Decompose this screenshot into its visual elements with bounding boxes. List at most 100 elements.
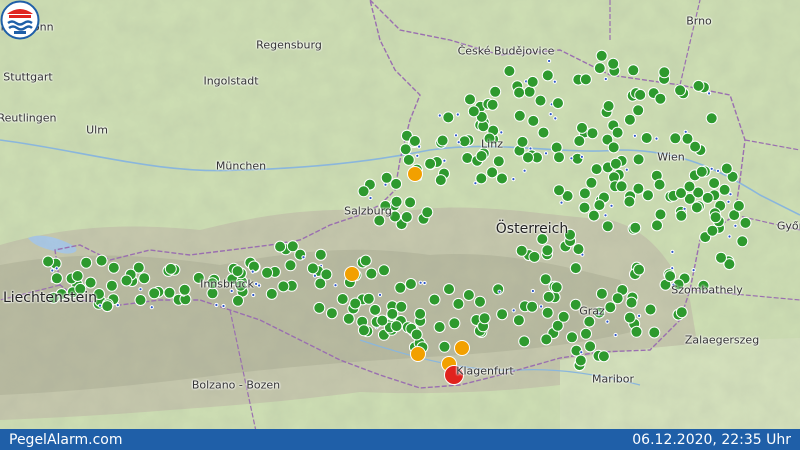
site-name-link[interactable]: PegelAlarm.com [9,432,123,448]
station-marker-small[interactable] [637,313,642,318]
station-marker-normal[interactable] [690,201,703,214]
station-marker-normal[interactable] [604,301,617,314]
station-marker-normal[interactable] [42,255,55,268]
pegelalarm-logo-icon[interactable] [0,0,40,40]
station-marker-normal[interactable] [486,98,499,111]
station-marker-normal[interactable] [475,172,488,185]
station-marker-small[interactable] [552,79,557,84]
station-marker-normal[interactable] [503,65,516,77]
station-marker-normal[interactable] [629,221,642,234]
station-marker-normal[interactable] [336,293,349,305]
station-marker-small[interactable] [418,280,423,285]
station-marker-normal[interactable] [516,135,529,148]
station-marker-normal[interactable] [708,177,721,190]
station-marker-normal[interactable] [574,354,587,367]
station-marker-normal[interactable] [623,113,636,126]
station-marker-normal[interactable] [579,73,592,86]
station-marker-normal[interactable] [461,152,474,164]
station-marker-normal[interactable] [428,293,441,306]
station-marker-normal[interactable] [715,251,727,264]
station-marker-small[interactable] [613,332,618,338]
station-marker-normal[interactable] [584,340,597,353]
station-marker-small[interactable] [415,153,420,158]
station-marker-normal[interactable] [107,261,120,274]
station-marker-small[interactable] [726,199,731,204]
station-marker-normal[interactable] [436,134,449,147]
station-marker-normal[interactable] [50,272,63,285]
station-marker-small[interactable] [422,280,427,286]
station-marker-small[interactable] [368,195,373,201]
station-marker-small[interactable] [473,181,478,186]
station-marker-normal[interactable] [695,165,708,178]
station-marker-small[interactable] [301,255,306,260]
station-marker-normal[interactable] [615,180,628,193]
station-marker-normal[interactable] [478,312,491,325]
station-marker-normal[interactable] [513,86,526,99]
station-marker-normal[interactable] [634,88,647,101]
station-marker-small[interactable] [530,288,536,294]
station-marker-normal[interactable] [433,321,446,333]
station-marker-normal[interactable] [623,195,636,208]
station-marker-normal[interactable] [390,320,403,333]
station-marker-normal[interactable] [523,85,536,98]
station-marker-normal[interactable] [527,114,540,127]
station-marker-normal[interactable] [578,187,591,200]
station-marker-small[interactable] [97,303,103,308]
station-marker-small[interactable] [50,268,55,273]
station-marker-normal[interactable] [390,195,403,208]
station-marker-normal[interactable] [320,268,333,281]
station-marker-warning[interactable] [410,346,426,362]
station-marker-normal[interactable] [442,111,455,124]
station-marker-normal[interactable] [404,196,417,209]
station-marker-small[interactable] [377,292,383,297]
station-marker-normal[interactable] [357,324,370,337]
station-marker-normal[interactable] [541,69,554,82]
station-marker-normal[interactable] [526,300,539,313]
station-marker-small[interactable] [333,283,338,288]
station-marker-normal[interactable] [675,306,688,319]
station-marker-normal[interactable] [395,300,408,313]
station-marker-normal[interactable] [277,280,290,293]
station-marker-normal[interactable] [404,278,417,290]
station-marker-normal[interactable] [410,328,423,341]
station-marker-normal[interactable] [84,276,97,289]
station-marker-normal[interactable] [566,331,578,344]
station-marker-normal[interactable] [611,126,624,139]
station-marker-small[interactable] [728,192,733,197]
station-marker-normal[interactable] [585,176,598,189]
station-marker-normal[interactable] [586,127,599,140]
station-marker-warning[interactable] [344,266,360,282]
station-marker-normal[interactable] [583,315,596,328]
station-marker-normal[interactable] [314,248,327,261]
station-marker-normal[interactable] [489,85,502,98]
station-marker-normal[interactable] [732,199,745,212]
station-marker-normal[interactable] [526,75,539,88]
station-marker-normal[interactable] [640,132,653,144]
station-marker-normal[interactable] [528,250,541,263]
station-marker-normal[interactable] [593,199,606,212]
station-marker-small[interactable] [569,156,574,161]
station-marker-normal[interactable] [607,57,620,70]
station-marker-small[interactable] [715,168,721,173]
station-marker-normal[interactable] [552,97,564,110]
station-marker-normal[interactable] [496,172,508,185]
station-marker-normal[interactable] [705,112,718,125]
station-marker-normal[interactable] [627,64,640,77]
station-marker-normal[interactable] [421,206,434,219]
station-marker-normal[interactable] [541,306,554,319]
station-marker-small[interactable] [54,266,59,271]
station-marker-normal[interactable] [378,264,390,277]
station-marker-normal[interactable] [359,254,372,267]
station-marker-small[interactable] [522,168,527,173]
station-marker-normal[interactable] [452,297,465,310]
station-marker-normal[interactable] [178,283,191,296]
station-marker-small[interactable] [609,203,614,208]
station-marker-normal[interactable] [512,314,525,327]
station-marker-small[interactable] [691,268,696,273]
station-marker-warning[interactable] [454,340,470,356]
station-marker-normal[interactable] [71,270,84,282]
station-marker-normal[interactable] [313,301,326,314]
station-marker-normal[interactable] [669,132,682,145]
station-marker-normal[interactable] [458,135,471,148]
station-marker-small[interactable] [437,113,442,118]
